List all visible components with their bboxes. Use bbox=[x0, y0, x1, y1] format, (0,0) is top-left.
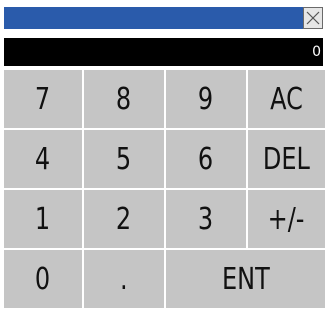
key-6-label: 6 bbox=[198, 141, 214, 177]
key-1-label: 1 bbox=[35, 201, 51, 237]
key-2[interactable]: 2 bbox=[84, 190, 164, 248]
key-0-label: 0 bbox=[35, 261, 51, 297]
close-x-icon bbox=[306, 11, 320, 25]
key-3-label: 3 bbox=[198, 201, 214, 237]
delete-button[interactable]: DEL bbox=[248, 130, 325, 188]
all-clear-label: AC bbox=[270, 81, 303, 117]
key-5[interactable]: 5 bbox=[84, 130, 164, 188]
key-8[interactable]: 8 bbox=[84, 70, 164, 128]
key-7[interactable]: 7 bbox=[4, 70, 82, 128]
close-button[interactable] bbox=[303, 7, 323, 29]
key-8-label: 8 bbox=[116, 81, 132, 117]
key-9[interactable]: 9 bbox=[166, 70, 246, 128]
numeric-keypad-window: 0 7 8 9 AC 4 5 6 DEL 1 2 3 +/- 0 . ENT bbox=[4, 7, 325, 310]
key-9-label: 9 bbox=[198, 81, 214, 117]
delete-label: DEL bbox=[262, 141, 311, 177]
decimal-point-button[interactable]: . bbox=[84, 250, 164, 308]
key-6[interactable]: 6 bbox=[166, 130, 246, 188]
all-clear-button[interactable]: AC bbox=[248, 70, 325, 128]
plus-minus-label: +/- bbox=[268, 201, 305, 237]
key-1[interactable]: 1 bbox=[4, 190, 82, 248]
title-bar[interactable] bbox=[4, 7, 323, 29]
plus-minus-button[interactable]: +/- bbox=[248, 190, 325, 248]
keypad: 7 8 9 AC 4 5 6 DEL 1 2 3 +/- 0 . ENT bbox=[4, 70, 325, 309]
display-value: 0 bbox=[312, 44, 321, 60]
key-4[interactable]: 4 bbox=[4, 130, 82, 188]
key-0[interactable]: 0 bbox=[4, 250, 82, 308]
key-2-label: 2 bbox=[116, 201, 132, 237]
value-display: 0 bbox=[4, 38, 323, 66]
key-3[interactable]: 3 bbox=[166, 190, 246, 248]
enter-label: ENT bbox=[221, 261, 270, 297]
key-5-label: 5 bbox=[116, 141, 132, 177]
key-4-label: 4 bbox=[35, 141, 51, 177]
decimal-point-label: . bbox=[120, 261, 128, 297]
key-7-label: 7 bbox=[35, 81, 51, 117]
enter-button[interactable]: ENT bbox=[166, 250, 325, 308]
